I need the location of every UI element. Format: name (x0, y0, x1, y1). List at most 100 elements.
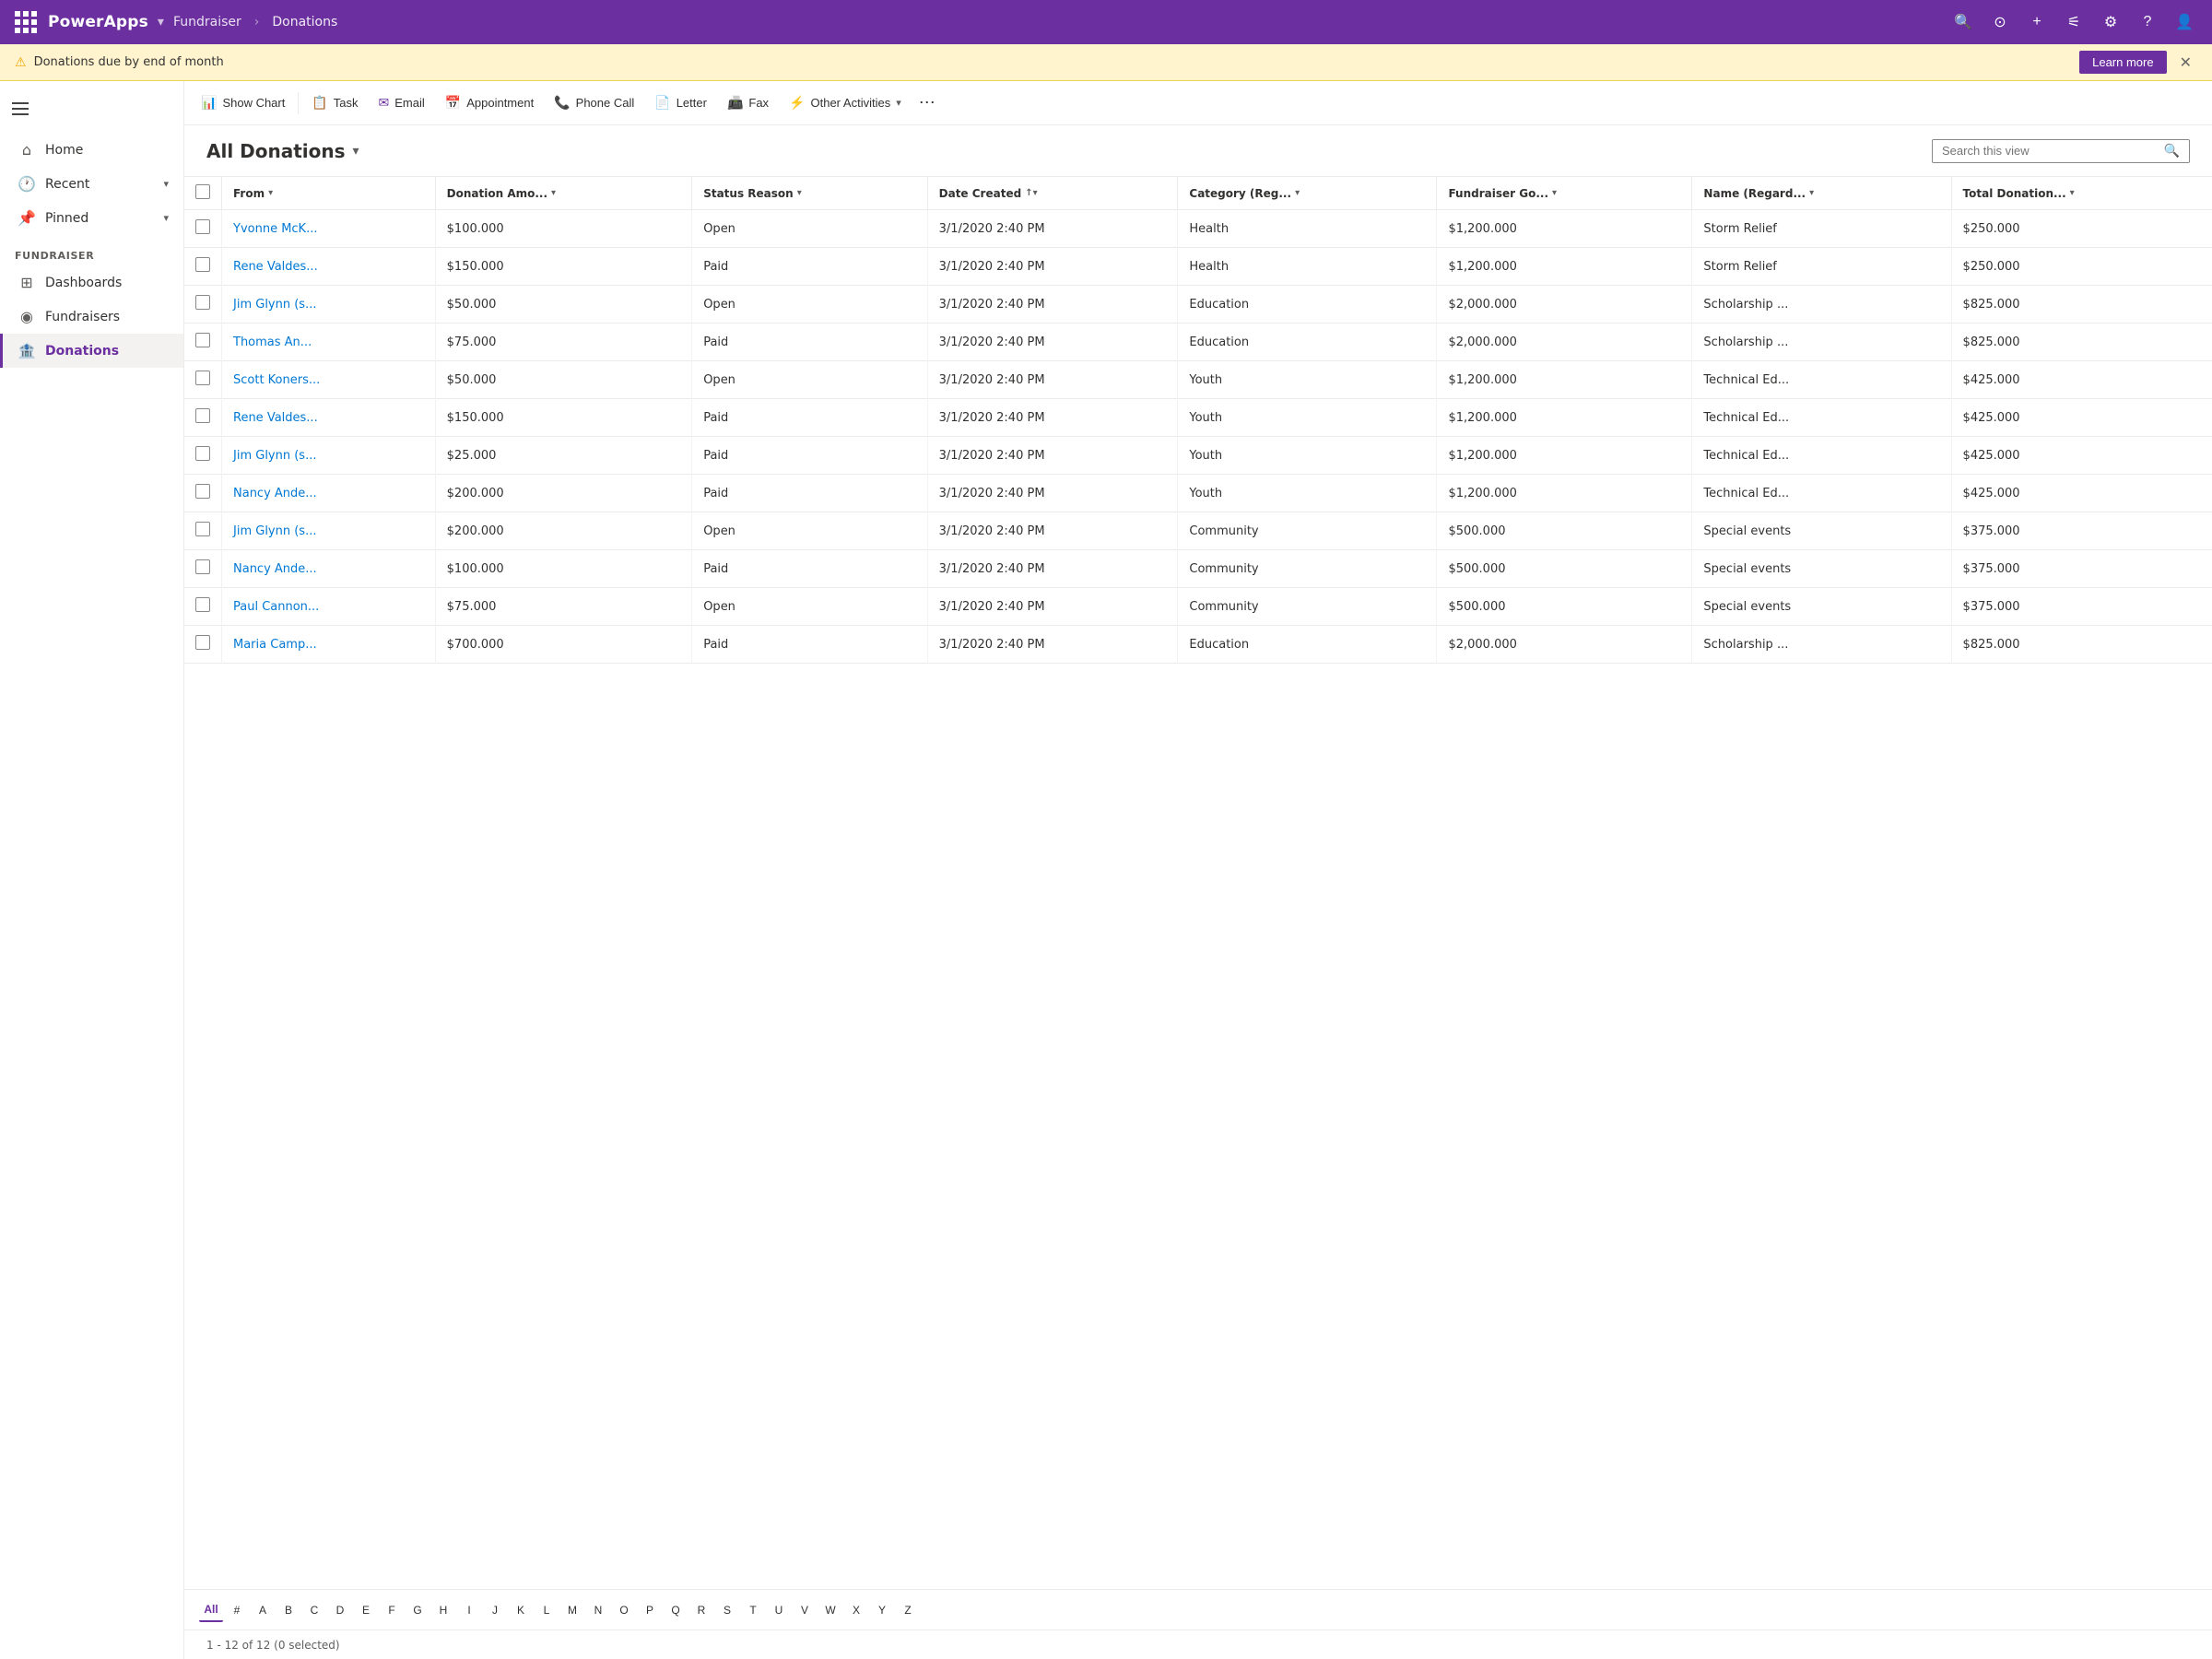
appointment-button[interactable]: 📅 Appointment (436, 89, 543, 116)
cell-from[interactable]: Thomas An... (222, 324, 436, 361)
table-row[interactable]: Thomas An... $75.000 Paid 3/1/2020 2:40 … (184, 324, 2212, 361)
row-checkbox-cell[interactable] (184, 588, 222, 626)
table-container[interactable]: From ▾ Donation Amo... ▾ (184, 177, 2212, 1589)
table-row[interactable]: Jim Glynn (s... $50.000 Open 3/1/2020 2:… (184, 286, 2212, 324)
toolbar-more-button[interactable]: ⋯ (912, 88, 942, 118)
cell-from[interactable]: Yvonne McK... (222, 210, 436, 248)
row-checkbox-cell[interactable] (184, 324, 222, 361)
cell-from[interactable]: Paul Cannon... (222, 588, 436, 626)
help-icon-btn[interactable]: ? (2131, 6, 2164, 39)
cell-from[interactable]: Nancy Ande... (222, 550, 436, 588)
alpha-btn-all[interactable]: All (199, 1598, 223, 1622)
search-input[interactable] (1942, 144, 2159, 158)
sidebar-item-donations[interactable]: 🏦 Donations (0, 334, 183, 368)
table-row[interactable]: Scott Koners... $50.000 Open 3/1/2020 2:… (184, 361, 2212, 399)
row-checkbox[interactable] (195, 522, 210, 536)
search-box[interactable]: 🔍 (1932, 139, 2190, 163)
col-date[interactable]: Date Created ↑▾ (927, 177, 1178, 210)
row-checkbox-cell[interactable] (184, 626, 222, 664)
col-total[interactable]: Total Donation... ▾ (1951, 177, 2212, 210)
email-button[interactable]: ✉ Email (370, 89, 434, 116)
cell-from[interactable]: Jim Glynn (s... (222, 286, 436, 324)
alpha-btn-w[interactable]: W (818, 1598, 842, 1622)
add-icon-btn[interactable]: + (2020, 6, 2053, 39)
table-row[interactable]: Rene Valdes... $150.000 Paid 3/1/2020 2:… (184, 399, 2212, 437)
alpha-btn-j[interactable]: J (483, 1598, 507, 1622)
breadcrumb-app[interactable]: Fundraiser (173, 15, 241, 29)
row-checkbox-cell[interactable] (184, 399, 222, 437)
search-icon[interactable]: 🔍 (2164, 144, 2180, 159)
cell-from[interactable]: Rene Valdes... (222, 399, 436, 437)
alpha-btn-y[interactable]: Y (870, 1598, 894, 1622)
cell-from[interactable]: Jim Glynn (s... (222, 512, 436, 550)
table-row[interactable]: Nancy Ande... $200.000 Paid 3/1/2020 2:4… (184, 475, 2212, 512)
task-button[interactable]: 📋 Task (302, 89, 367, 116)
table-row[interactable]: Jim Glynn (s... $25.000 Paid 3/1/2020 2:… (184, 437, 2212, 475)
alpha-btn-s[interactable]: S (715, 1598, 739, 1622)
alpha-btn-m[interactable]: M (560, 1598, 584, 1622)
alpha-btn-l[interactable]: L (535, 1598, 559, 1622)
row-checkbox[interactable] (195, 333, 210, 347)
alpha-btn-q[interactable]: Q (664, 1598, 688, 1622)
col-name[interactable]: Name (Regard... ▾ (1692, 177, 1951, 210)
fax-button[interactable]: 📠 Fax (718, 89, 778, 116)
other-activities-button[interactable]: ⚡ Other Activities ▾ (780, 89, 911, 116)
row-checkbox[interactable] (195, 408, 210, 423)
view-title-chevron-icon[interactable]: ▾ (353, 144, 359, 159)
row-checkbox-cell[interactable] (184, 475, 222, 512)
show-chart-button[interactable]: 📊 Show Chart (192, 89, 294, 116)
table-row[interactable]: Yvonne McK... $100.000 Open 3/1/2020 2:4… (184, 210, 2212, 248)
row-checkbox-cell[interactable] (184, 550, 222, 588)
user-icon-btn[interactable]: 👤 (2168, 6, 2201, 39)
cell-from[interactable]: Maria Camp... (222, 626, 436, 664)
sidebar-menu-button[interactable] (4, 92, 37, 125)
alpha-btn-x[interactable]: X (844, 1598, 868, 1622)
phone-call-button[interactable]: 📞 Phone Call (545, 89, 643, 116)
alpha-btn-d[interactable]: D (328, 1598, 352, 1622)
settings-icon-btn[interactable]: ⚙ (2094, 6, 2127, 39)
waffle-menu[interactable] (11, 7, 41, 37)
cell-from[interactable]: Nancy Ande... (222, 475, 436, 512)
search-icon-btn[interactable]: 🔍 (1947, 6, 1980, 39)
row-checkbox-cell[interactable] (184, 361, 222, 399)
alpha-btn-k[interactable]: K (509, 1598, 533, 1622)
row-checkbox-cell[interactable] (184, 286, 222, 324)
app-title-chevron[interactable]: ▾ (158, 15, 164, 29)
cell-from[interactable]: Jim Glynn (s... (222, 437, 436, 475)
table-row[interactable]: Paul Cannon... $75.000 Open 3/1/2020 2:4… (184, 588, 2212, 626)
alpha-btn-a[interactable]: A (251, 1598, 275, 1622)
sidebar-item-pinned[interactable]: 📌 Pinned ▾ (0, 201, 183, 235)
row-checkbox[interactable] (195, 371, 210, 385)
alpha-btn-p[interactable]: P (638, 1598, 662, 1622)
row-checkbox[interactable] (195, 484, 210, 499)
alpha-btn-f[interactable]: F (380, 1598, 404, 1622)
row-checkbox-cell[interactable] (184, 210, 222, 248)
alpha-btn-t[interactable]: T (741, 1598, 765, 1622)
alpha-btn-n[interactable]: N (586, 1598, 610, 1622)
cell-from[interactable]: Scott Koners... (222, 361, 436, 399)
sidebar-item-dashboards[interactable]: ⊞ Dashboards (0, 265, 183, 300)
row-checkbox[interactable] (195, 597, 210, 612)
row-checkbox[interactable] (195, 257, 210, 272)
table-row[interactable]: Rene Valdes... $150.000 Paid 3/1/2020 2:… (184, 248, 2212, 286)
letter-button[interactable]: 📄 Letter (645, 89, 716, 116)
row-checkbox[interactable] (195, 635, 210, 650)
row-checkbox[interactable] (195, 295, 210, 310)
col-category[interactable]: Category (Reg... ▾ (1178, 177, 1437, 210)
alpha-btn-z[interactable]: Z (896, 1598, 920, 1622)
alpha-btn-g[interactable]: G (406, 1598, 429, 1622)
alpha-btn-i[interactable]: I (457, 1598, 481, 1622)
learn-more-button[interactable]: Learn more (2079, 51, 2166, 74)
alpha-btn-r[interactable]: R (689, 1598, 713, 1622)
table-row[interactable]: Nancy Ande... $100.000 Paid 3/1/2020 2:4… (184, 550, 2212, 588)
goal-icon-btn[interactable]: ⊙ (1983, 6, 2017, 39)
row-checkbox[interactable] (195, 219, 210, 234)
row-checkbox[interactable] (195, 559, 210, 574)
filter-icon-btn[interactable]: ⚟ (2057, 6, 2090, 39)
sidebar-item-recent[interactable]: 🕐 Recent ▾ (0, 167, 183, 201)
alpha-btn-b[interactable]: B (276, 1598, 300, 1622)
notif-close-button[interactable]: ✕ (2174, 52, 2197, 74)
col-status[interactable]: Status Reason ▾ (692, 177, 927, 210)
row-checkbox[interactable] (195, 446, 210, 461)
col-from[interactable]: From ▾ (222, 177, 436, 210)
